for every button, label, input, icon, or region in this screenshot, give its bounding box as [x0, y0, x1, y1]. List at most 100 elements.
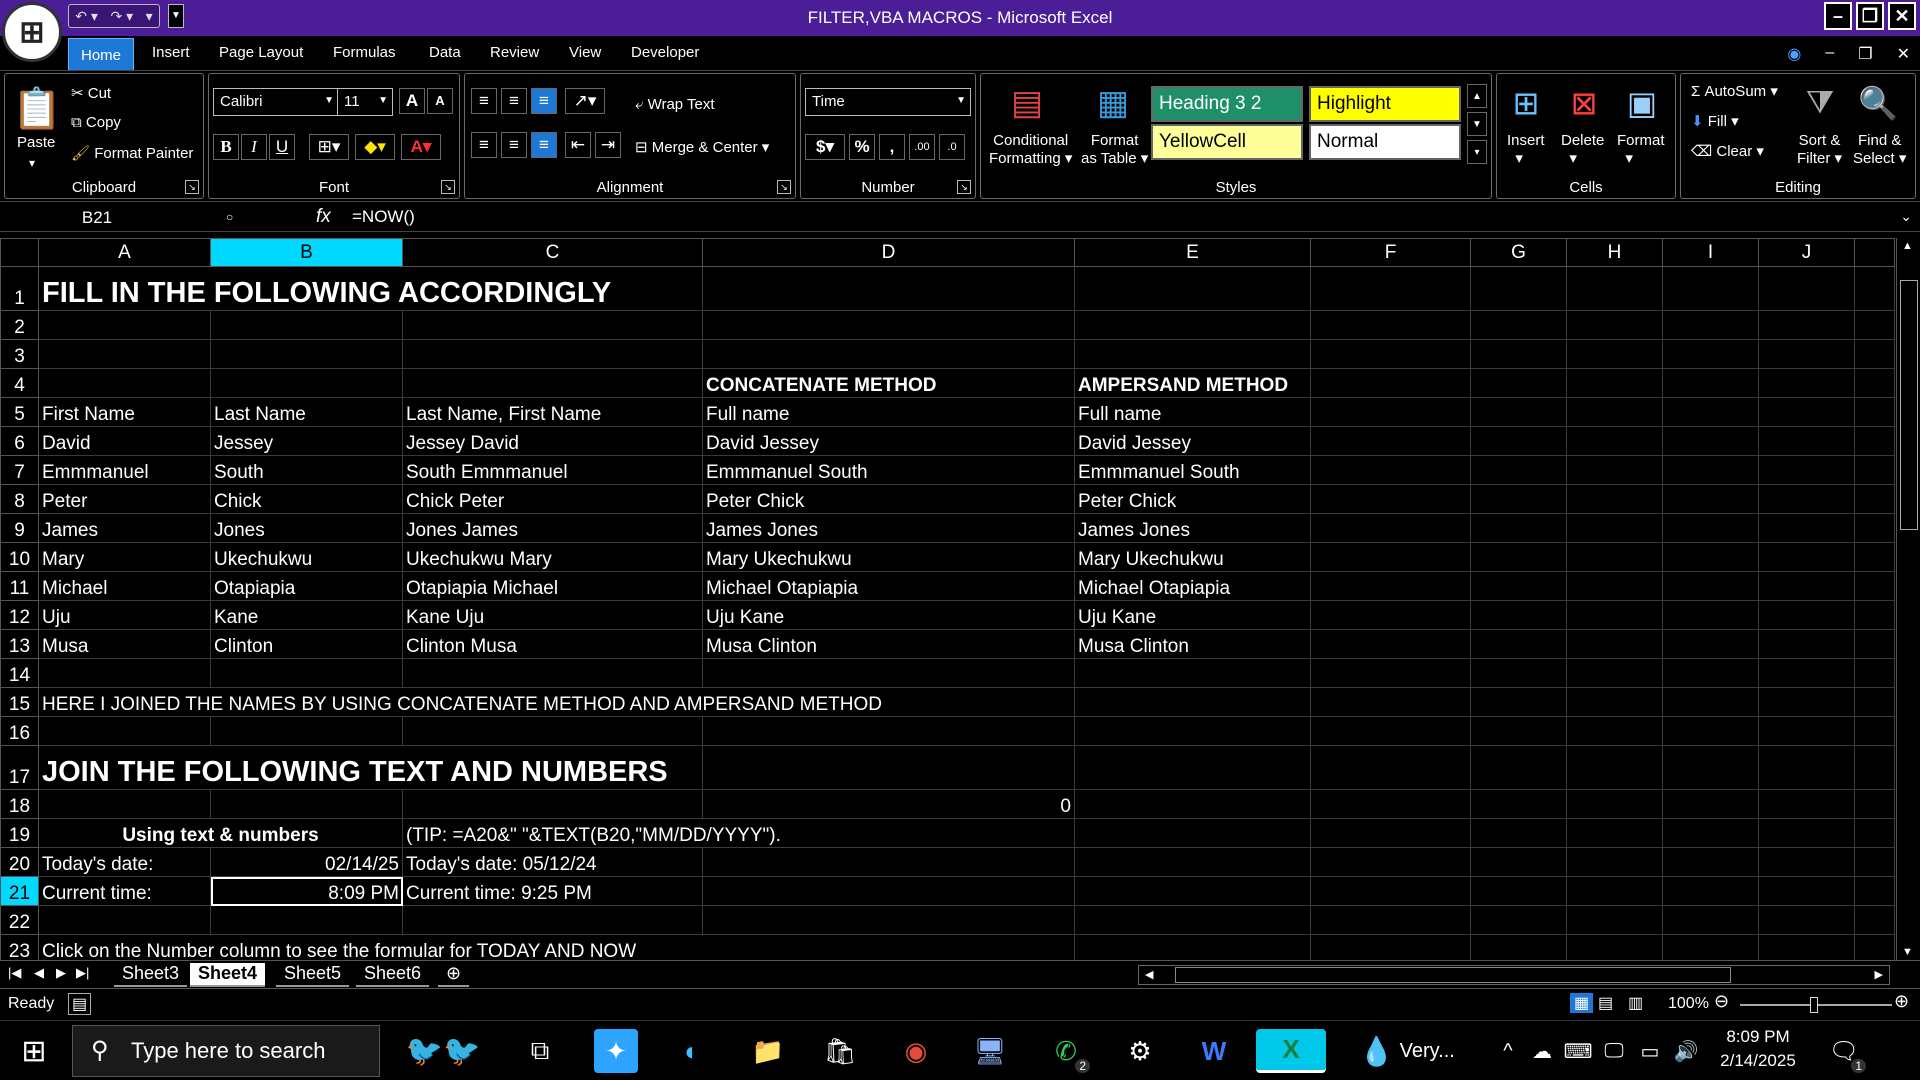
cell-a17[interactable]: JOIN THE FOLLOWING TEXT AND NUMBERS	[38, 745, 703, 790]
paste-icon[interactable]: 📋	[11, 80, 63, 136]
cell-a2[interactable]	[38, 310, 211, 340]
row-header-23[interactable]: 23	[0, 934, 39, 960]
vertical-scrollbar[interactable]: ▲ ▼	[1896, 238, 1920, 960]
binoculars-icon[interactable]: 🔍	[1853, 78, 1903, 128]
cell-g13[interactable]	[1470, 629, 1567, 659]
sort-filter-button[interactable]: Sort & Filter ▾	[1797, 132, 1842, 167]
cell-f8[interactable]	[1310, 484, 1471, 514]
cell-a5[interactable]: First Name	[38, 397, 211, 427]
whatsapp-icon[interactable]: ✆ 2	[1044, 1029, 1090, 1073]
word-icon[interactable]: W	[1192, 1029, 1236, 1073]
cell-g16[interactable]	[1470, 716, 1567, 746]
find-select-button[interactable]: Find & Select ▾	[1853, 132, 1906, 167]
cell-d22[interactable]	[702, 905, 1075, 935]
cell-c19[interactable]: (TIP: =A20&" "&TEXT(B20,"MM/DD/YYYY").	[402, 818, 1075, 848]
cell-g9[interactable]	[1470, 513, 1567, 543]
cell-h12[interactable]	[1566, 600, 1663, 630]
delete-cells-button[interactable]: Delete ▾	[1561, 132, 1604, 167]
cell-j19[interactable]	[1758, 818, 1855, 848]
alignment-launcher-icon[interactable]: ↘	[777, 180, 791, 194]
cell-i20[interactable]	[1662, 847, 1759, 877]
cell-g2[interactable]	[1470, 310, 1567, 340]
fill-color-icon[interactable]: ◆▾	[355, 134, 395, 160]
cell-e8[interactable]: Peter Chick	[1074, 484, 1311, 514]
clear-button[interactable]: ⌫ Clear ▾	[1691, 142, 1764, 160]
scroll-down-icon[interactable]: ▼	[1902, 946, 1913, 958]
cell-b8[interactable]: Chick	[210, 484, 403, 514]
cell-j7[interactable]	[1758, 455, 1855, 485]
cell-h3[interactable]	[1566, 339, 1663, 369]
cell-g4[interactable]	[1470, 368, 1567, 398]
cell-e14[interactable]	[1074, 658, 1311, 688]
cell-e19[interactable]	[1074, 818, 1311, 848]
cell-h15[interactable]	[1566, 687, 1663, 717]
row-header-11[interactable]: 11	[0, 571, 39, 601]
clipboard-launcher-icon[interactable]: ↘	[185, 180, 199, 194]
align-right-icon[interactable]: ≡	[531, 132, 557, 158]
grow-font-icon[interactable]: A	[399, 88, 425, 114]
chrome-icon[interactable]: ◉	[894, 1029, 938, 1073]
cell-i3[interactable]	[1662, 339, 1759, 369]
cell-b14[interactable]	[210, 658, 403, 688]
paste-button[interactable]: Paste	[17, 134, 55, 151]
gallery-up-icon[interactable]: ▲	[1467, 84, 1487, 108]
cell-i23[interactable]	[1662, 934, 1759, 960]
cell-i21[interactable]	[1662, 876, 1759, 906]
cell-h17[interactable]	[1566, 745, 1663, 790]
cell-c7[interactable]: South Emmmanuel	[402, 455, 703, 485]
style-yellowcell[interactable]: YellowCell	[1151, 124, 1303, 160]
zoom-level[interactable]: 100%	[1668, 995, 1709, 1013]
cell-c6[interactable]: Jessey David	[402, 426, 703, 456]
sheet-tab-sheet4[interactable]: Sheet4	[190, 963, 266, 987]
cell-a16[interactable]	[38, 716, 211, 746]
page-break-view-icon[interactable]: ▥	[1628, 993, 1643, 1013]
cell-j1[interactable]	[1758, 266, 1855, 311]
cell-f6[interactable]	[1310, 426, 1471, 456]
cell-d14[interactable]	[702, 658, 1075, 688]
cell-j6[interactable]	[1758, 426, 1855, 456]
cell-g20[interactable]	[1470, 847, 1567, 877]
column-header-h[interactable]: H	[1566, 238, 1663, 267]
cell-i4[interactable]	[1662, 368, 1759, 398]
row-header-19[interactable]: 19	[0, 818, 39, 848]
expand-formula-bar-icon[interactable]: ⌄	[1900, 208, 1912, 225]
column-header-d[interactable]: D	[702, 238, 1075, 267]
cell-e7[interactable]: Emmmanuel South	[1074, 455, 1311, 485]
cell-d13[interactable]: Musa Clinton	[702, 629, 1075, 659]
cell-a21[interactable]: Current time:	[38, 876, 211, 906]
cell-d7[interactable]: Emmmanuel South	[702, 455, 1075, 485]
cell-d21[interactable]	[702, 876, 1075, 906]
cell-g10[interactable]	[1470, 542, 1567, 572]
cell-f13[interactable]	[1310, 629, 1471, 659]
cell-b18[interactable]	[210, 789, 403, 819]
row-header-15[interactable]: 15	[0, 687, 39, 717]
cell-j20[interactable]	[1758, 847, 1855, 877]
cell-h6[interactable]	[1566, 426, 1663, 456]
cell-e22[interactable]	[1074, 905, 1311, 935]
cell-c14[interactable]	[402, 658, 703, 688]
format-painter-button[interactable]: 🖌 Format Painter	[71, 144, 193, 162]
cell-h21[interactable]	[1566, 876, 1663, 906]
bold-button[interactable]: B	[213, 134, 239, 160]
cell-j21[interactable]	[1758, 876, 1855, 906]
column-header-b[interactable]: B	[210, 238, 403, 267]
column-header-j[interactable]: J	[1758, 238, 1855, 267]
cell-g21[interactable]	[1470, 876, 1567, 906]
cell-d2[interactable]	[702, 310, 1075, 340]
align-middle-icon[interactable]: ≡	[501, 88, 527, 114]
cell-i16[interactable]	[1662, 716, 1759, 746]
tab-home[interactable]: Home	[68, 38, 135, 70]
column-header-g[interactable]: G	[1470, 238, 1567, 267]
cell-d6[interactable]: David Jessey	[702, 426, 1075, 456]
cell-b21[interactable]: 8:09 PM	[210, 876, 403, 906]
prev-sheet-icon[interactable]: ◀	[34, 965, 44, 981]
next-sheet-icon[interactable]: ▶	[56, 965, 66, 981]
cell-e9[interactable]: James Jones	[1074, 513, 1311, 543]
column-header-a[interactable]: A	[38, 238, 211, 267]
row-header-10[interactable]: 10	[0, 542, 39, 572]
store-icon[interactable]: 🛍	[818, 1029, 862, 1073]
row-header-4[interactable]: 4	[0, 368, 39, 398]
cell-j9[interactable]	[1758, 513, 1855, 543]
cell-e21[interactable]	[1074, 876, 1311, 906]
formula-input[interactable]: =NOW()	[352, 207, 415, 227]
